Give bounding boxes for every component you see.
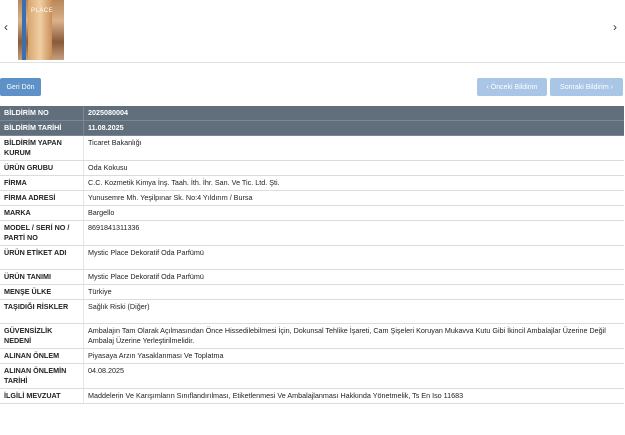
field-value: Maddelerin Ve Karışımların Sınıflandırıl… xyxy=(83,388,624,404)
table-row: ÜRÜN ETİKET ADI Mystic Place Dekoratif Od… xyxy=(0,245,624,270)
field-label: ÜRÜN GRUBU xyxy=(0,160,84,176)
notification-details-table: BİLDİRİM NO 2025080004 BİLDİRİM TARİHİ 11.0… xyxy=(0,106,624,404)
table-row: TAŞIDIĞI RİSKLER Sağlık Riski (Diğer) xyxy=(0,299,624,324)
field-label: ALINAN ÖNLEMİN TARİHİ xyxy=(0,363,84,389)
image-gallery: ‹ PLACE › xyxy=(0,0,625,63)
field-label: MARKA xyxy=(0,205,84,221)
field-label: GÜVENSİZLİK NEDENİ xyxy=(0,323,84,349)
field-label: MODEL / SERİ NO / PARTİ NO xyxy=(0,220,84,246)
field-label: TAŞIDIĞI RİSKLER xyxy=(0,299,84,324)
field-label: ALINAN ÖNLEM xyxy=(0,348,84,364)
field-value: 11.08.2025 xyxy=(83,120,624,136)
field-value: 04.08.2025 xyxy=(83,363,624,389)
table-row: FİRMA ADRESİ Yunusemre Mh. Yeşilpınar Sk.… xyxy=(0,190,624,206)
gallery-next-arrow[interactable]: › xyxy=(613,20,617,34)
table-row: ÜRÜN GRUBU Oda Kokusu xyxy=(0,160,624,176)
field-value: Mystic Place Dekoratif Oda Parfümü xyxy=(83,269,624,285)
field-value: 2025080004 xyxy=(83,106,624,121)
table-row: ÜRÜN TANIMI Mystic Place Dekoratif Oda Pa… xyxy=(0,269,624,285)
table-row: BİLDİRİM TARİHİ 11.08.2025 xyxy=(0,120,624,136)
next-notification-button[interactable]: Sonraki Bildirim › xyxy=(550,78,623,96)
product-thumbnail[interactable]: PLACE xyxy=(18,0,64,60)
field-label: ÜRÜN TANIMI xyxy=(0,269,84,285)
table-row: ALINAN ÖNLEM Piyasaya Arzın Yasaklanması … xyxy=(0,348,624,364)
field-label: FİRMA ADRESİ xyxy=(0,190,84,206)
thumbnail-label: PLACE xyxy=(31,8,54,14)
back-button[interactable]: Geri Dön xyxy=(0,78,41,96)
field-value: Oda Kokusu xyxy=(83,160,624,176)
field-value: 8691841311336 xyxy=(83,220,624,246)
field-value: Türkiye xyxy=(83,284,624,300)
table-row: BİLDİRİM NO 2025080004 xyxy=(0,106,624,121)
field-value: Mystic Place Dekoratif Oda Parfümü xyxy=(83,245,624,270)
table-row: FİRMA C.C. Kozmetik Kimya İnş. Taah. İth.… xyxy=(0,175,624,191)
table-row: GÜVENSİZLİK NEDENİ Ambalajın Tam Olarak A… xyxy=(0,323,624,349)
field-value: C.C. Kozmetik Kimya İnş. Taah. İth. İhr.… xyxy=(83,175,624,191)
field-value: Piyasaya Arzın Yasaklanması Ve Toplatma xyxy=(83,348,624,364)
field-label: İLGİLİ MEVZUAT xyxy=(0,388,84,404)
thumbnail-stripe xyxy=(22,0,26,60)
field-value: Ambalajın Tam Olarak Açılmasından Önce H… xyxy=(83,323,624,349)
field-label: MENŞE ÜLKE xyxy=(0,284,84,300)
table-row: İLGİLİ MEVZUAT Maddelerin Ve Karışımların… xyxy=(0,388,624,404)
gallery-prev-arrow[interactable]: ‹ xyxy=(4,20,8,34)
field-label: BİLDİRİM TARİHİ xyxy=(0,120,84,136)
table-row: MENŞE ÜLKE Türkiye xyxy=(0,284,624,300)
field-value: Bargello xyxy=(83,205,624,221)
field-value: Ticaret Bakanlığı xyxy=(83,135,624,161)
field-label: ÜRÜN ETİKET ADI xyxy=(0,245,84,270)
field-label: BİLDİRİM YAPAN KURUM xyxy=(0,135,84,161)
table-row: MODEL / SERİ NO / PARTİ NO 8691841311336 xyxy=(0,220,624,246)
table-row: ALINAN ÖNLEMİN TARİHİ 04.08.2025 xyxy=(0,363,624,389)
field-value: Sağlık Riski (Diğer) xyxy=(83,299,624,324)
table-row: BİLDİRİM YAPAN KURUM Ticaret Bakanlığı xyxy=(0,135,624,161)
field-label: FİRMA xyxy=(0,175,84,191)
previous-notification-button[interactable]: ‹ Önceki Bildirim xyxy=(477,78,547,96)
field-label: BİLDİRİM NO xyxy=(0,106,84,121)
field-value: Yunusemre Mh. Yeşilpınar Sk. No:4 Yıldır… xyxy=(83,190,624,206)
table-row: MARKA Bargello xyxy=(0,205,624,221)
